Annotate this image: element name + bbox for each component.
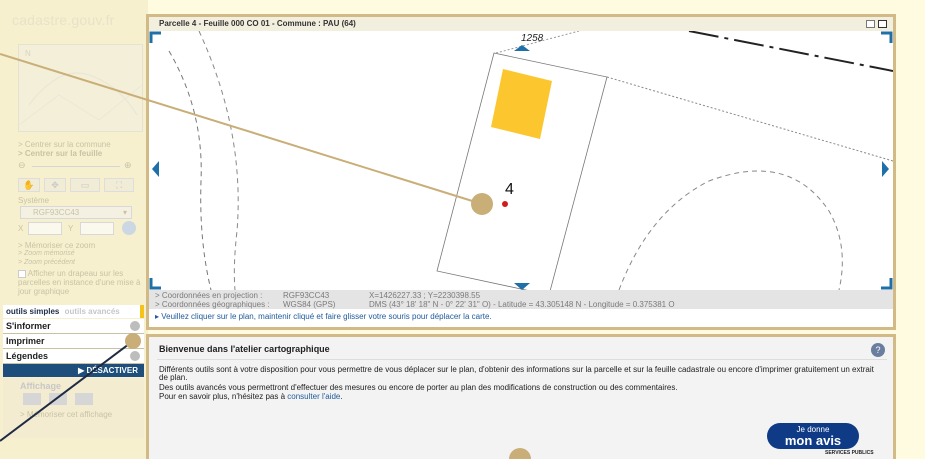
corner-tl [149, 31, 161, 43]
memoriser-zoom-link[interactable]: > Mémoriser ce zoom [18, 241, 95, 250]
display-option-1[interactable] [23, 393, 41, 405]
zoom-track[interactable] [32, 166, 120, 167]
chevron-down-icon: ▾ [122, 208, 127, 217]
left-panel: cadastre.gouv.fr N > Centrer sur la comm… [0, 0, 148, 459]
parcel-number: 4 [505, 181, 514, 198]
map-boundary-right [618, 170, 843, 290]
systeme-value: RGF93CC43 [33, 208, 80, 217]
zoom-slider[interactable]: ⊖ ⊕ [18, 160, 143, 174]
corner-bl [149, 278, 161, 290]
systeme-select[interactable]: RGF93CC43 ▾ [20, 206, 132, 219]
overview-map[interactable]: N [18, 44, 143, 132]
coords-projection-row: > Coordonnées en projection : RGF93CC43 … [155, 291, 893, 300]
welcome-panel: Bienvenue dans l'atelier cartographique … [146, 334, 896, 459]
hand-icon[interactable]: ✋ [18, 178, 40, 192]
pan-left-arrow[interactable] [152, 161, 159, 177]
welcome-title: Bienvenue dans l'atelier cartographique [159, 344, 330, 354]
overview-map-lines [18, 72, 143, 126]
tool-imprimer[interactable]: Imprimer [3, 334, 144, 349]
welcome-paragraph-2: Des outils avancés vous permettront d'ef… [159, 383, 678, 392]
avis-line2: mon avis [784, 433, 842, 448]
help-icon[interactable]: ? [871, 343, 885, 357]
help-prefix: Pour en savoir plus, n'hésitez pas à [159, 392, 288, 401]
tool-imprimer-label: Imprimer [6, 336, 45, 346]
help-link[interactable]: consulter l'aide [287, 392, 340, 401]
display-option-3[interactable] [75, 393, 93, 405]
pan-right-arrow[interactable] [882, 161, 889, 177]
map-header: Parcelle 4 - Feuille 000 CO 01 - Commune… [149, 17, 893, 31]
y-label: Y [68, 224, 74, 233]
x-label: X [18, 224, 24, 233]
parcel-number-1258: 1258 [521, 33, 544, 44]
info-icon [130, 321, 140, 331]
cadastre-page: cadastre.gouv.fr N > Centrer sur la comm… [0, 0, 925, 459]
drapeau-label: Afficher un drapeau sur les parcelles en… [18, 269, 141, 296]
affichage-panel: Affichage > Mémoriser cet affichage [3, 378, 144, 438]
x-input[interactable] [28, 222, 62, 235]
coords-geo-label: > Coordonnées géographiques : [155, 300, 270, 309]
zoom-out-icon[interactable]: ⊖ [18, 160, 26, 171]
desactiver-button[interactable]: ▶ DÉSACTIVER [3, 364, 144, 377]
print-icon [130, 336, 140, 346]
coords-geo-system: WGS84 (GPS) [283, 300, 336, 309]
help-suffix: . [340, 392, 343, 401]
center-commune-link[interactable]: > Centrer sur la commune [18, 140, 111, 149]
legend-icon [130, 351, 140, 361]
coords-geo-values: DMS (43° 18' 18" N - 0° 22' 31" O) - Lat… [369, 300, 675, 309]
tab-outils-avances[interactable]: outils avancés [62, 307, 120, 316]
north-indicator: N [25, 49, 31, 58]
go-button[interactable] [122, 221, 136, 235]
y-input[interactable] [80, 222, 114, 235]
desactiver-label: DÉSACTIVER [86, 366, 138, 375]
dotted-line-2 [606, 76, 893, 162]
map-frame: Parcelle 4 - Feuille 000 CO 01 - Commune… [146, 14, 896, 330]
map-boundary-left-2 [198, 31, 239, 290]
map-hint: ▸ Veuillez cliquer sur le plan, mainteni… [149, 310, 893, 324]
display-option-2[interactable] [49, 393, 67, 405]
full-extent-icon[interactable]: ⛶ [104, 178, 134, 192]
restore-icon[interactable] [866, 20, 875, 28]
affichage-title: Affichage [20, 381, 62, 391]
map-title: Parcelle 4 - Feuille 000 CO 01 - Commune… [159, 19, 356, 28]
memoriser-affichage-link[interactable]: > Mémoriser cet affichage [20, 410, 112, 419]
cadastral-map[interactable]: 4 1258 [149, 31, 893, 290]
tab-accent [140, 305, 144, 318]
zoom-precedent-link[interactable]: > Zoom précédent [18, 259, 75, 266]
coords-projection-system: RGF93CC43 [283, 291, 330, 300]
center-feuille-link[interactable]: > Centrer sur la feuille [18, 149, 102, 158]
coords-geo-row: > Coordonnées géographiques : WGS84 (GPS… [155, 300, 893, 309]
services-publics-logo: SERVICES PUBLICS [825, 450, 874, 456]
tool-sinformer[interactable]: S'informer [3, 319, 144, 334]
coordinates-bar: > Coordonnées en projection : RGF93CC43 … [149, 290, 893, 309]
zoom-memorise-link[interactable]: > Zoom mémorisé [18, 250, 75, 257]
xy-inputs: X Y [18, 221, 143, 236]
zoom-in-icon[interactable]: ⊕ [124, 160, 132, 171]
nav-tools: ✋ ✥ ▭ ⛶ [18, 178, 143, 194]
welcome-paragraph-1: Différents outils sont à votre dispositi… [159, 365, 874, 382]
tool-tabs: outils simples outils avancés [3, 305, 144, 318]
drapeau-checkbox[interactable] [18, 269, 26, 278]
tool-legendes-label: Légendes [6, 351, 49, 361]
parcel-marker [502, 201, 508, 207]
commune-boundary [688, 31, 893, 72]
donner-avis-button[interactable]: Je donne mon avis [767, 423, 859, 449]
corner-tr [881, 31, 893, 43]
tab-outils-simples[interactable]: outils simples [3, 307, 59, 316]
tool-sinformer-label: S'informer [6, 321, 51, 331]
tool-legendes[interactable]: Légendes [3, 349, 144, 364]
systeme-label: Système [18, 196, 50, 205]
affichage-options [23, 393, 93, 405]
corner-br [881, 278, 893, 290]
coords-projection-values: X=1426227.33 ; Y=2230398.55 [369, 291, 481, 300]
move-icon[interactable]: ✥ [44, 178, 66, 192]
zoom-box-icon[interactable]: ▭ [70, 178, 100, 192]
welcome-paragraph-3: Pour en savoir plus, n'hésitez pas à con… [159, 393, 879, 401]
drapeau-checkbox-row[interactable]: Afficher un drapeau sur les parcelles en… [18, 269, 146, 296]
site-logo[interactable]: cadastre.gouv.fr [12, 12, 115, 28]
coords-projection-label: > Coordonnées en projection : [155, 291, 263, 300]
welcome-divider [157, 359, 887, 360]
maximize-icon[interactable] [878, 20, 887, 28]
map-boundary-left [168, 50, 212, 290]
